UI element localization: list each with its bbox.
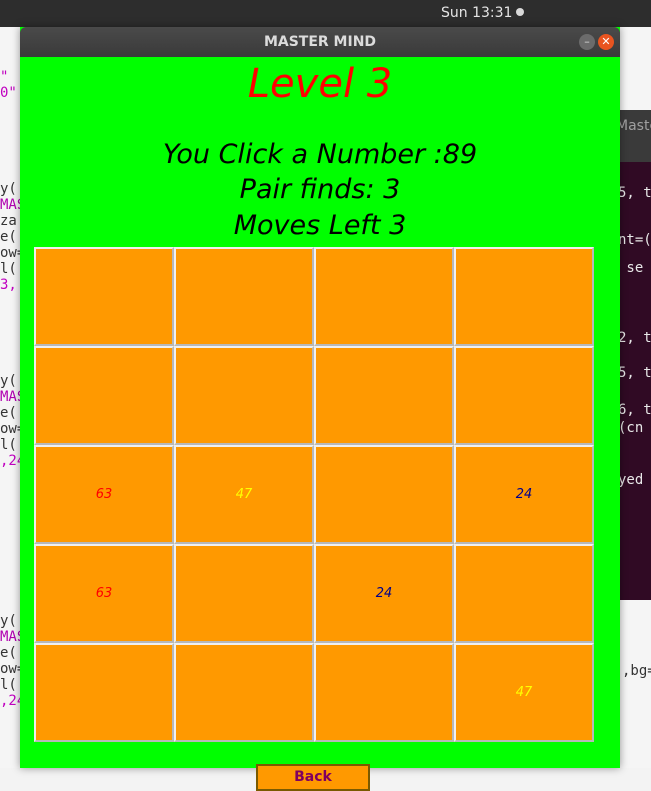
level-heading: Level 3: [247, 61, 393, 107]
tile-button[interactable]: [314, 247, 454, 346]
terminal-line: 5, t: [618, 185, 651, 201]
editor-code-right: ,bg=: [622, 663, 651, 679]
tile-button[interactable]: [454, 346, 594, 445]
pairs-found-label: Pair finds: 3: [239, 174, 401, 205]
terminal-line: (cn: [618, 420, 644, 436]
tile-number: 24: [375, 586, 393, 601]
tile-button[interactable]: 47: [174, 445, 314, 544]
minimize-button[interactable]: –: [579, 34, 595, 50]
tile-button[interactable]: [174, 346, 314, 445]
tile-button[interactable]: [314, 346, 454, 445]
clicked-number-label: You Click a Number :89: [162, 139, 478, 170]
close-button[interactable]: ✕: [598, 34, 614, 50]
tile-button[interactable]: 24: [454, 445, 594, 544]
tile-button[interactable]: [174, 247, 314, 346]
tile-button[interactable]: [34, 247, 174, 346]
system-clock[interactable]: Sun 13:31: [441, 5, 525, 21]
tile-button[interactable]: [34, 346, 174, 445]
tile-button[interactable]: 63: [34, 445, 174, 544]
terminal-line: 6, t: [618, 402, 651, 418]
back-button[interactable]: Back: [256, 764, 370, 791]
tile-number: 47: [235, 487, 253, 502]
tile-number: 63: [95, 586, 113, 601]
power-status-icon: [516, 8, 525, 16]
window-titlebar[interactable]: MASTER MIND – ✕: [20, 27, 620, 57]
tile-number: 24: [515, 487, 533, 502]
tile-grid: 63 47 24 63 24 47: [34, 247, 594, 743]
tile-number: 63: [95, 487, 113, 502]
tile-button[interactable]: [454, 247, 594, 346]
game-content: Level 3 You Click a Number :89 Pair find…: [20, 57, 620, 791]
tile-button[interactable]: [314, 445, 454, 544]
tile-number: 47: [515, 685, 533, 700]
tile-button[interactable]: 47: [454, 643, 594, 742]
terminal-tab-label[interactable]: Maste: [616, 118, 651, 134]
terminal-line: 5, t: [618, 365, 651, 381]
terminal-line: se: [618, 260, 644, 276]
clock-text: Sun 13:31: [441, 5, 513, 21]
tile-button[interactable]: [34, 643, 174, 742]
master-mind-window: MASTER MIND – ✕ Level 3 You Click a Numb…: [20, 27, 620, 791]
tile-button[interactable]: 24: [314, 544, 454, 643]
moves-left-label: Moves Left 3: [233, 210, 407, 241]
tile-button[interactable]: [174, 544, 314, 643]
terminal-line: nt=(: [618, 232, 651, 248]
terminal-line: yed: [618, 472, 644, 488]
tile-button[interactable]: 63: [34, 544, 174, 643]
system-top-bar: Sun 13:31: [0, 0, 651, 27]
tile-button[interactable]: [314, 643, 454, 742]
tile-button[interactable]: [174, 643, 314, 742]
tile-button[interactable]: [454, 544, 594, 643]
window-title: MASTER MIND: [263, 34, 377, 50]
terminal-line: 2, t: [618, 330, 651, 346]
